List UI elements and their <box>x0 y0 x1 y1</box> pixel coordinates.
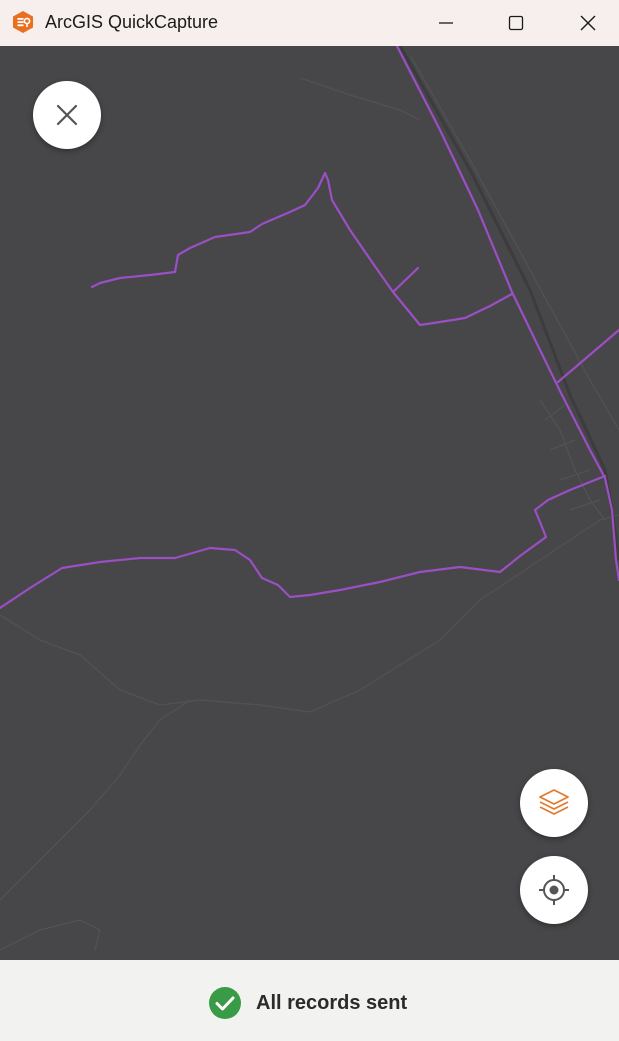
maximize-icon <box>508 15 524 31</box>
app-window: ArcGIS QuickCapture All records sent <box>0 0 619 1041</box>
close-map-button[interactable] <box>33 81 101 149</box>
status-message-container: All records sent <box>208 986 407 1020</box>
layers-icon <box>539 789 569 815</box>
app-logo-icon <box>13 11 33 33</box>
layers-button[interactable] <box>520 769 588 837</box>
status-bar: All records sent <box>0 960 619 1041</box>
map-view[interactable] <box>0 46 619 960</box>
title-bar[interactable]: ArcGIS QuickCapture <box>0 0 619 46</box>
close-icon <box>580 15 596 31</box>
window-close-button[interactable] <box>558 0 618 46</box>
close-icon <box>56 104 78 126</box>
minimize-button[interactable] <box>416 0 476 46</box>
check-circle-icon <box>209 987 241 1019</box>
window-title: ArcGIS QuickCapture <box>45 12 219 32</box>
maximize-button[interactable] <box>486 0 546 46</box>
status-message: All records sent <box>256 991 408 1014</box>
minimize-icon <box>439 22 453 24</box>
gps-locate-icon <box>539 875 569 905</box>
locate-button[interactable] <box>520 856 588 924</box>
